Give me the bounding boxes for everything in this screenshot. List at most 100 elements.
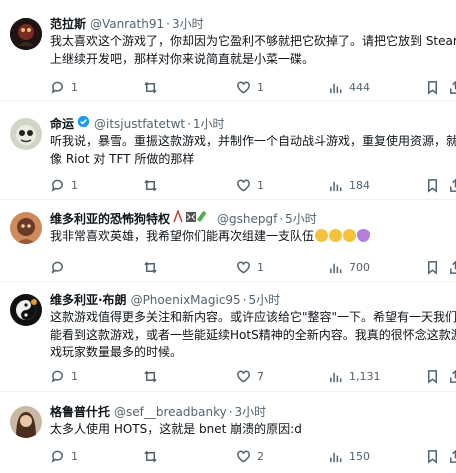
like-count: 7 [257, 369, 264, 383]
views-button[interactable]: 150 [328, 448, 370, 464]
tweet-actions: 1 2 150 [50, 448, 456, 464]
tweet[interactable]: 命运 @itsjustfatetwt · 1小时 听我说，暴雪。重振这款游戏，并… [0, 101, 456, 200]
like-icon [237, 450, 250, 463]
author-handle[interactable]: @gshepgf [217, 211, 277, 227]
retweet-button[interactable] [143, 177, 164, 193]
like-icon [237, 261, 250, 274]
like-button[interactable]: 1 [236, 177, 264, 193]
like-count: 1 [257, 178, 264, 192]
views-button[interactable]: 184 [328, 177, 370, 193]
bookmark-icon [428, 178, 437, 193]
tweet-actions: 1 1 184 [50, 177, 456, 193]
views-icon [330, 181, 342, 191]
views-button[interactable]: 444 [328, 79, 370, 95]
bookmark-icon [428, 449, 437, 464]
timestamp[interactable]: 5小时 [249, 292, 281, 308]
reply-button[interactable]: 1 [50, 177, 78, 193]
retweet-button[interactable] [143, 259, 164, 275]
share-icon [450, 260, 456, 274]
timestamp[interactable]: 3小时 [172, 16, 204, 32]
views-button[interactable]: 700 [328, 259, 370, 275]
tweet-text: 我非常喜欢英雄，我希望你们能再次组建一支队伍 [50, 228, 456, 246]
reply-icon [51, 450, 63, 463]
avatar[interactable] [10, 18, 42, 50]
bookmark-button[interactable] [425, 177, 440, 193]
share-button[interactable] [448, 79, 456, 95]
tweet[interactable]: 格鲁普什托 @sef__breadbanky · 3小时 太多人使用 HOTS，… [0, 392, 456, 473]
author-name[interactable]: 命运 [50, 116, 74, 132]
bookmark-button[interactable] [425, 259, 440, 275]
reply-count: 1 [71, 178, 78, 192]
tweet[interactable]: 范拉斯 @Vanrath91 · 3小时 我太喜欢这个游戏了，你却因为它盈利不够… [0, 0, 456, 101]
like-count: 2 [257, 449, 264, 463]
separator: · [279, 211, 284, 226]
views-icon [330, 452, 342, 462]
tweet[interactable]: 维多利亚的恐怖狗特权 @gshepgf · 5小时 我非常喜欢英雄，我希望你们能… [0, 200, 456, 282]
bookmark-icon [428, 369, 437, 384]
timestamp[interactable]: 1小时 [193, 116, 225, 132]
retweet-icon [144, 179, 157, 191]
timestamp[interactable]: 5小时 [285, 211, 317, 227]
share-icon [450, 80, 456, 94]
reply-icon [51, 179, 63, 192]
author-handle[interactable]: @Vanrath91 [90, 16, 164, 32]
like-button[interactable]: 1 [236, 79, 264, 95]
retweet-button[interactable] [143, 448, 164, 464]
avatar[interactable] [10, 212, 42, 244]
tweet-text-line: 上继续开发吧，那样对你来说简直就是小菜一碟。 [50, 51, 315, 66]
like-count: 1 [257, 260, 264, 274]
views-count: 444 [349, 80, 370, 94]
like-button[interactable]: 2 [236, 448, 264, 464]
bookmark-button[interactable] [425, 448, 440, 464]
bookmark-icon [428, 80, 437, 95]
views-icon [330, 263, 342, 273]
reply-button[interactable]: 1 [50, 368, 78, 384]
retweet-button[interactable] [143, 79, 164, 95]
tweet-text-line: 戏玩家数量最多的时候。 [50, 345, 183, 359]
author-handle[interactable]: @sef__breadbanky [114, 404, 227, 420]
tweet-actions: 1 7 1,131 [50, 368, 456, 384]
avatar[interactable] [10, 406, 42, 438]
views-count: 700 [349, 260, 370, 274]
share-icon [450, 369, 456, 383]
author-handle[interactable]: @itsjustfatetwt [94, 116, 185, 132]
reply-icon [51, 370, 63, 383]
author-name[interactable]: 维多利亚·布朗 [50, 292, 127, 308]
bookmark-icon [428, 260, 437, 275]
author-name[interactable]: 范拉斯 [50, 16, 86, 32]
avatar[interactable] [10, 294, 42, 326]
tweet-text-line: 听我说，暴雪。重振这款游戏，并制作一个自动战斗游戏，重复使用资源，就 [50, 134, 456, 148]
reply-button[interactable]: 1 [50, 448, 78, 464]
tweet[interactable]: 维多利亚·布朗 @PhoenixMagic95 · 5小时 这款游戏值得更多关注… [0, 282, 456, 392]
bookmark-button[interactable] [425, 368, 440, 384]
views-icon [330, 83, 342, 93]
reply-count: 1 [71, 369, 78, 383]
share-button[interactable] [448, 368, 456, 384]
separator: · [166, 17, 170, 31]
reply-button[interactable] [50, 259, 71, 275]
tweet-text-line: 这款游戏值得更多关注和新内容。或许应该给它"整容"一下。希望有一天我们 [50, 310, 456, 324]
author-name[interactable]: 格鲁普什托 [50, 404, 110, 420]
views-count: 1,131 [349, 369, 381, 383]
author-handle[interactable]: @PhoenixMagic95 [131, 292, 241, 308]
timestamp[interactable]: 3小时 [235, 404, 267, 420]
like-button[interactable]: 7 [236, 368, 264, 384]
share-button[interactable] [448, 448, 456, 464]
author-name[interactable]: 维多利亚的恐怖狗特权 [50, 211, 170, 227]
tweet-text: 这款游戏值得更多关注和新内容。或许应该给它"整容"一下。希望有一天我们 能看到这… [50, 309, 456, 362]
tweet-text-line: 我非常喜欢英雄，我希望你们能再次组建一支队伍 [50, 229, 315, 243]
share-button[interactable] [448, 177, 456, 193]
avatar[interactable] [10, 118, 42, 150]
retweet-icon [144, 450, 157, 462]
tweet-text-line: 我太喜欢这个游戏了，你却因为它盈利不够就把它砍掉了。请把它放到 Steam [50, 34, 456, 48]
share-icon [450, 178, 456, 192]
share-button[interactable] [448, 259, 456, 275]
reply-button[interactable]: 1 [50, 79, 78, 95]
like-button[interactable]: 1 [236, 259, 264, 275]
views-icon [330, 372, 342, 382]
retweet-button[interactable] [143, 368, 164, 384]
bookmark-button[interactable] [425, 79, 440, 95]
tweet-text: 我太喜欢这个游戏了，你却因为它盈利不够就把它砍掉了。请把它放到 Steam 上继… [50, 33, 456, 68]
views-button[interactable]: 1,131 [328, 368, 381, 384]
reply-count: 1 [71, 80, 78, 94]
